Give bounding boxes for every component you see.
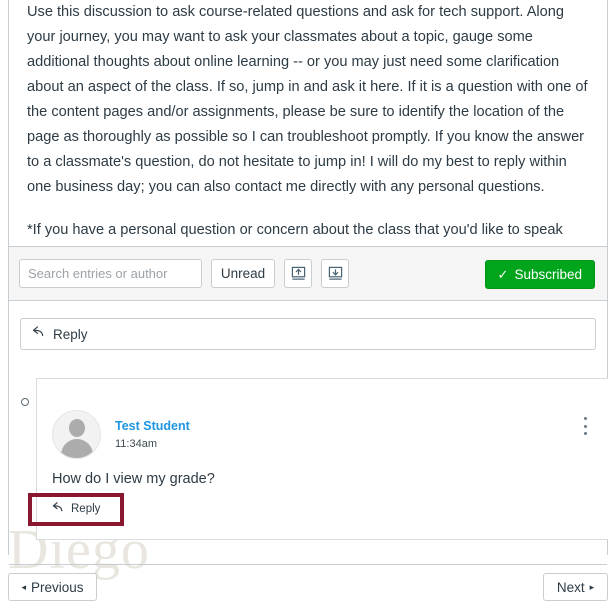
kebab-dot-3: [583, 432, 587, 435]
discussion-paragraph-1: Use this discussion to ask course-relate…: [27, 4, 588, 195]
reply-arrow-icon: [32, 325, 46, 343]
bottom-divider: [9, 564, 607, 565]
entry-author-link[interactable]: Test Student: [115, 419, 190, 433]
collapse-threads-button[interactable]: [284, 259, 312, 288]
reply-arrow-icon: [52, 500, 65, 518]
arrow-up-into-box-icon: [291, 266, 306, 281]
entry-reply-button[interactable]: Reply: [52, 500, 100, 518]
discussion-toolbar: Unread ✓ Subscribed: [9, 246, 607, 301]
discussion-entry: [36, 378, 608, 540]
next-button[interactable]: Next ▸: [543, 573, 608, 601]
expand-threads-button[interactable]: [321, 259, 349, 288]
kebab-dot-1: [583, 417, 587, 420]
search-input[interactable]: [19, 259, 202, 288]
default-user-avatar-icon: [52, 410, 101, 459]
kebab-menu-icon[interactable]: [578, 417, 592, 435]
discussion-reply-bar[interactable]: Reply: [20, 318, 596, 350]
previous-button[interactable]: ◂ Previous: [8, 573, 97, 601]
author-block: Test Student 11:34am: [115, 419, 190, 450]
subscribed-label: Subscribed: [514, 267, 582, 282]
reply-bar-label: Reply: [53, 326, 88, 342]
entry-message: How do I view my grade?: [52, 471, 215, 487]
next-label: Next: [556, 579, 585, 595]
unread-indicator-icon[interactable]: [21, 398, 29, 406]
discussion-body: Use this discussion to ask course-relate…: [27, 0, 591, 286]
subscribed-button[interactable]: ✓ Subscribed: [484, 260, 595, 289]
entry-header: Test Student 11:34am: [52, 410, 190, 459]
entry-reply-label: Reply: [71, 503, 101, 515]
avatar-head: [68, 419, 85, 437]
avatar-body: [60, 439, 93, 458]
kebab-dot-2: [583, 424, 587, 428]
caret-left-icon: ◂: [21, 581, 26, 592]
previous-label: Previous: [31, 579, 84, 595]
arrow-down-into-box-icon: [328, 266, 343, 281]
entry-timestamp: 11:34am: [115, 438, 157, 450]
check-icon: ✓: [497, 267, 509, 282]
caret-right-icon: ▸: [589, 581, 595, 592]
unread-filter-button[interactable]: Unread: [211, 259, 275, 288]
